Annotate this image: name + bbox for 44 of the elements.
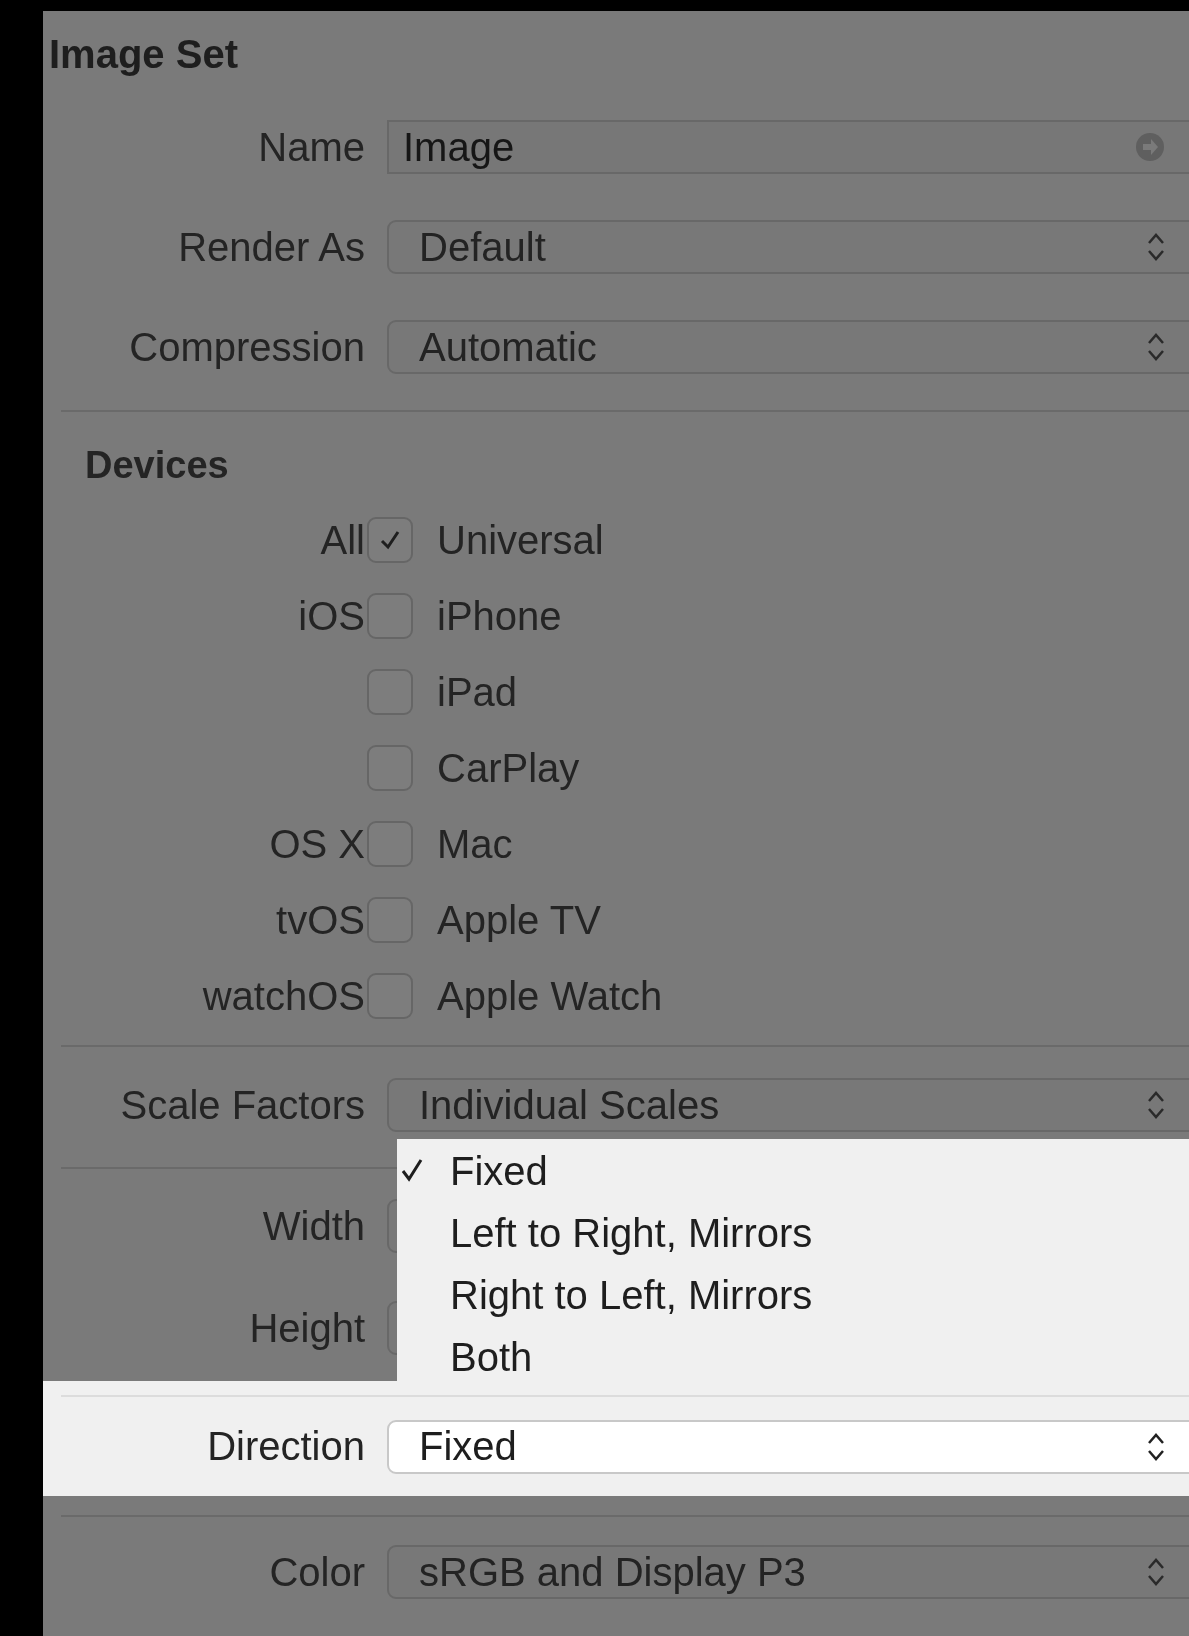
group-label: tvOS (276, 897, 365, 943)
section-title: Devices (84, 442, 230, 488)
menu-item[interactable]: Both (397, 1326, 1189, 1388)
checkbox-label: iPhone (437, 593, 563, 639)
field-label: Render As (178, 224, 365, 270)
checkbox[interactable] (367, 593, 413, 639)
checkmark-icon (401, 1158, 423, 1182)
popup-button[interactable]: sRGB and Display P3 (387, 1545, 1189, 1599)
checkbox[interactable] (367, 517, 413, 563)
field-label: Compression (129, 324, 365, 370)
menu-item[interactable]: Left to Right, Mirrors (397, 1202, 1189, 1264)
stepper-icon (1146, 331, 1166, 363)
checkbox-label: iPad (437, 669, 519, 715)
checkbox-label: CarPlay (437, 745, 581, 791)
field-label: Name (258, 124, 365, 170)
field-label: Height (249, 1305, 365, 1351)
group-label: iOS (298, 593, 365, 639)
menu-item[interactable]: Fixed (397, 1140, 1189, 1202)
checkbox-label: Apple Watch (437, 973, 664, 1019)
field-label: Direction (207, 1424, 365, 1469)
name-field[interactable]: Image (387, 120, 1189, 174)
popup-button[interactable]: Fixed (387, 1419, 1189, 1474)
popup-button[interactable]: Automatic (387, 320, 1189, 374)
panel-title: Image Set (48, 30, 239, 78)
stepper-icon (1146, 1556, 1166, 1588)
stepper-icon (1146, 231, 1166, 263)
menu-item[interactable]: Right to Left, Mirrors (397, 1264, 1189, 1326)
checkbox-label: Apple TV (437, 897, 602, 943)
popup-button[interactable]: Default (387, 220, 1189, 274)
field-label: Width (262, 1203, 365, 1249)
checkbox-label: Mac (437, 821, 514, 867)
checkbox[interactable] (367, 821, 413, 867)
group-label: All (320, 517, 365, 563)
group-label: OS X (269, 821, 365, 867)
field-label: Color (269, 1549, 365, 1595)
popup-button[interactable]: Individual Scales (387, 1078, 1189, 1132)
checkbox[interactable] (367, 897, 413, 943)
field-label: Scale Factors (120, 1082, 365, 1128)
checkbox[interactable] (367, 669, 413, 715)
stepper-icon (1146, 1089, 1166, 1121)
group-label: watchOS (202, 973, 365, 1019)
checkbox[interactable] (367, 973, 413, 1019)
checkbox-label: Universal (437, 517, 605, 563)
checkbox[interactable] (367, 745, 413, 791)
